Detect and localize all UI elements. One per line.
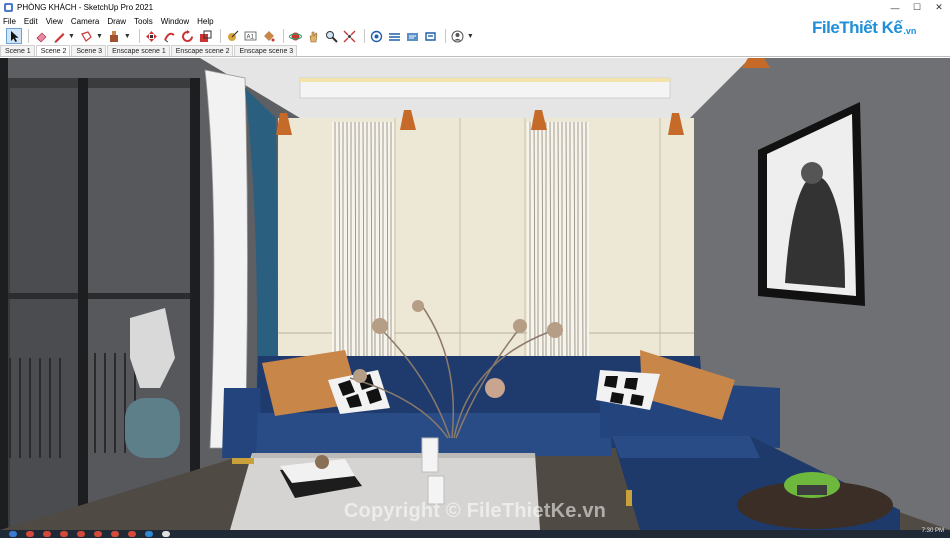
toolbar-separator — [28, 29, 29, 43]
taskbar-app-icon[interactable] — [94, 531, 102, 537]
chevron-down-icon[interactable]: ▼ — [68, 33, 75, 40]
move-icon[interactable] — [144, 28, 160, 44]
taskbar-app-icon[interactable] — [111, 531, 119, 537]
candle-tall — [421, 437, 439, 473]
menu-help[interactable]: Help — [197, 17, 213, 26]
toolbar-separator — [444, 29, 446, 43]
layout-icon[interactable] — [405, 28, 421, 44]
tab-scene-1[interactable]: Scene 1 — [0, 45, 35, 56]
chevron-down-icon[interactable]: ▼ — [96, 33, 103, 40]
toolbar-separator — [138, 29, 140, 43]
model-viewport[interactable] — [0, 58, 950, 530]
zoom-extents-icon[interactable] — [342, 28, 358, 44]
title-bar: PHÒNG KHÁCH - SketchUp Pro 2021 — ☐ ✕ — [0, 0, 950, 15]
decor-ornament — [315, 455, 329, 469]
text-icon[interactable]: A1 — [243, 28, 259, 44]
tab-enscape-scene-1[interactable]: Enscape scene 1 — [107, 45, 170, 56]
tab-enscape-scene-3[interactable]: Enscape scene 3 — [234, 45, 298, 56]
tab-scene-2[interactable]: Scene 2 — [35, 45, 71, 56]
account-icon[interactable] — [450, 28, 466, 44]
menu-edit[interactable]: Edit — [24, 17, 38, 26]
push-pull-icon[interactable] — [107, 28, 123, 44]
lasso-icon[interactable] — [79, 28, 95, 44]
taskbar-app-icon[interactable] — [26, 531, 34, 537]
menu-file[interactable]: File — [3, 17, 16, 26]
toolbar-separator — [363, 29, 365, 43]
taskbar-app-icon[interactable] — [60, 531, 68, 537]
start-icon[interactable] — [9, 531, 17, 537]
tab-scene-3[interactable]: Scene 3 — [71, 45, 107, 56]
rotate-icon[interactable] — [180, 28, 196, 44]
os-taskbar — [0, 530, 950, 538]
select-arrow-icon[interactable] — [6, 28, 22, 44]
chevron-down-icon[interactable]: ▼ — [467, 33, 474, 40]
tab-enscape-scene-2[interactable]: Enscape scene 2 — [170, 45, 234, 56]
text-tool-label: A1 — [247, 34, 255, 40]
main-toolbar: ▼ ▼ ▼ A1 ▼ — [0, 27, 810, 45]
taskbar-app-icon[interactable] — [77, 531, 85, 537]
tape-measure-icon[interactable] — [225, 28, 241, 44]
copyright-watermark: Copyright © FileThietKe.vn — [343, 500, 607, 522]
taskbar-app-icon[interactable] — [162, 531, 170, 537]
extension-manager-icon[interactable] — [423, 28, 439, 44]
sketchup-app-icon — [4, 3, 13, 12]
window-controls: — ☐ ✕ — [884, 0, 950, 15]
taskbar-app-icon[interactable] — [145, 531, 153, 537]
follow-me-icon[interactable] — [162, 28, 178, 44]
planter — [125, 398, 180, 458]
pencil-line-icon[interactable] — [51, 28, 67, 44]
toolbar-separator — [282, 29, 284, 43]
eraser-icon[interactable] — [33, 28, 49, 44]
filethietke-logo: FileThiết Kế .vn — [812, 14, 932, 42]
extension-warehouse-icon[interactable] — [387, 28, 403, 44]
warehouse-icon[interactable] — [369, 28, 385, 44]
maximize-button[interactable]: ☐ — [906, 0, 928, 15]
chevron-down-icon[interactable]: ▼ — [124, 33, 131, 40]
living-room-render — [0, 58, 950, 530]
logo-main-text: FileThiết Kế — [812, 18, 903, 37]
orbit-icon[interactable] — [288, 28, 304, 44]
menu-draw[interactable]: Draw — [107, 17, 126, 26]
logo-domain-text: .vn — [903, 26, 917, 36]
menu-view[interactable]: View — [46, 17, 63, 26]
cove-light — [300, 78, 670, 82]
menu-window[interactable]: Window — [161, 17, 189, 26]
taskbar-clock: 7:30 PM — [921, 528, 944, 534]
scale-icon[interactable] — [198, 28, 214, 44]
taskbar-app-icon[interactable] — [128, 531, 136, 537]
glass-door — [0, 58, 200, 530]
zoom-icon[interactable] — [324, 28, 340, 44]
menu-camera[interactable]: Camera — [71, 17, 99, 26]
window-title: PHÒNG KHÁCH - SketchUp Pro 2021 — [17, 3, 154, 12]
toolbar-separator — [219, 29, 221, 43]
close-button[interactable]: ✕ — [928, 0, 950, 15]
taskbar-app-icon[interactable] — [43, 531, 51, 537]
pan-icon[interactable] — [306, 28, 322, 44]
menu-bar: File Edit View Camera Draw Tools Window … — [0, 15, 810, 27]
minimize-button[interactable]: — — [884, 0, 906, 15]
menu-tools[interactable]: Tools — [134, 17, 153, 26]
paint-bucket-icon[interactable] — [261, 28, 277, 44]
scene-tabs: Scene 1 Scene 2 Scene 3 Enscape scene 1 … — [0, 45, 950, 57]
